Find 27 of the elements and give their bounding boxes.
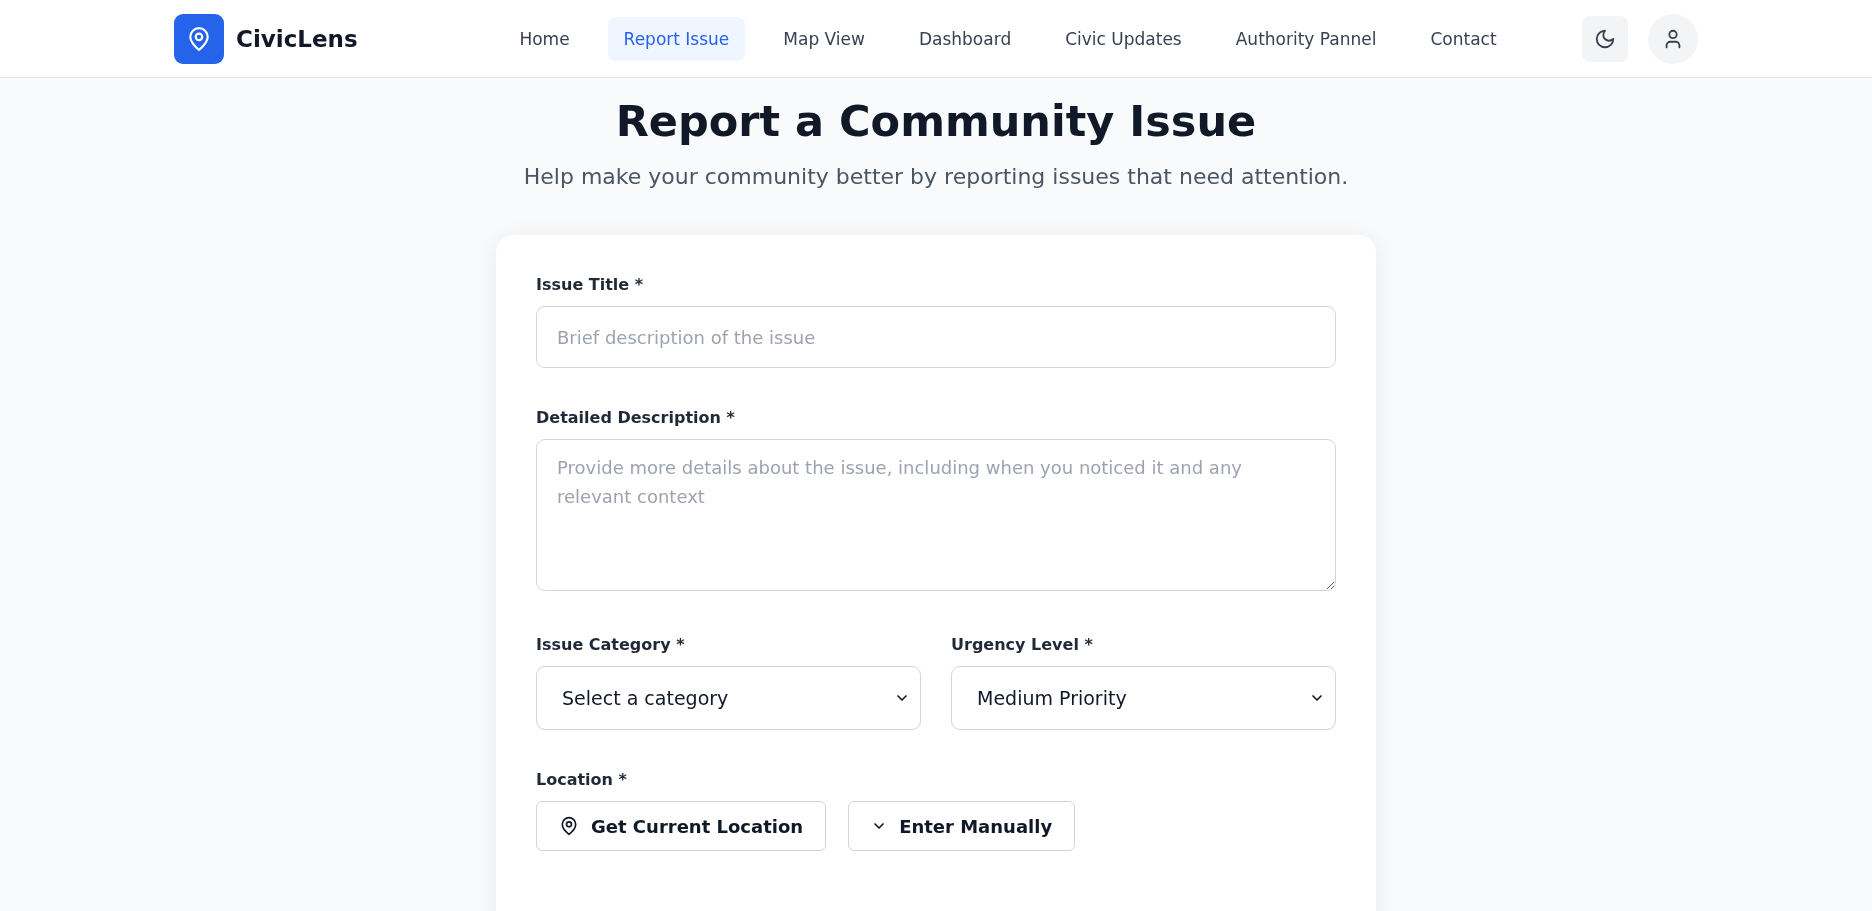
nav-link[interactable]: Report Issue (607, 16, 746, 61)
field-label: Location * (536, 770, 628, 789)
location-pin-icon (186, 25, 212, 52)
location-pin-icon (559, 816, 579, 836)
nav-link[interactable]: Map View (767, 16, 881, 61)
dark-mode-button[interactable] (1582, 15, 1628, 62)
nav-link[interactable]: Civic Updates (1049, 16, 1198, 61)
moon-icon (1594, 27, 1616, 50)
nav-link[interactable]: Home (503, 16, 586, 61)
location-button[interactable]: Get Current Location (536, 801, 827, 851)
profile-button[interactable] (1648, 13, 1698, 64)
field-label: Detailed Description * (536, 408, 736, 427)
field-label: Issue Category * (536, 635, 686, 654)
page-title: Report a Community Issue (614, 96, 1258, 146)
nav-link[interactable]: Authority Pannel (1219, 16, 1393, 61)
field-label: Issue Title * (536, 275, 645, 294)
logo-icon[interactable] (174, 13, 224, 64)
nav-link[interactable]: Contact (1414, 16, 1513, 61)
select-dropdown[interactable]: Select a category (536, 666, 921, 730)
field-label: Urgency Level * (951, 635, 1094, 654)
location-button[interactable]: Enter Manually (848, 801, 1076, 851)
page-subtitle: Help make your community better by reporting issues that need attention. (522, 164, 1350, 189)
select-dropdown[interactable]: Medium Priority (951, 666, 1336, 730)
nav-link[interactable]: Dashboard (902, 16, 1028, 61)
title-input[interactable]: Brief description of the issue (536, 306, 1336, 368)
description-textarea[interactable]: Provide more details about the issue, including when you noticed it and any relevant context (536, 439, 1336, 591)
brand-name: CivicLens (236, 25, 358, 52)
